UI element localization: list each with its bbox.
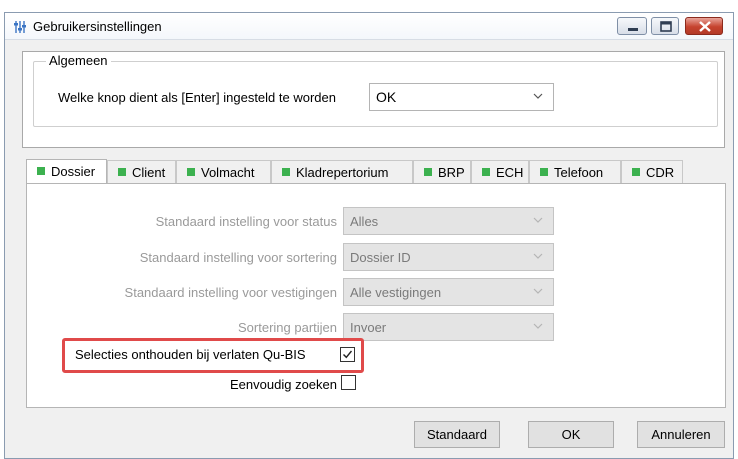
tab-brp[interactable]: BRP: [413, 160, 471, 183]
tab-label: BRP: [438, 165, 465, 180]
tab-label: Telefoon: [554, 165, 604, 180]
branches-field-label: Standaard instelling voor vestigingen: [124, 285, 337, 300]
window-title: Gebruikersinstellingen: [33, 19, 162, 34]
ok-button[interactable]: OK: [528, 421, 614, 448]
title-bar[interactable]: Gebruikersinstellingen: [5, 13, 733, 40]
remember-selections-label: Selecties onthouden bij verlaten Qu-BIS: [75, 347, 306, 362]
tab-marker-icon: [282, 168, 290, 176]
tab-marker-icon: [482, 168, 490, 176]
simple-search-label: Eenvoudig zoeken: [230, 377, 337, 392]
minimize-button[interactable]: [617, 17, 647, 35]
checkmark-icon: [343, 350, 353, 359]
status-field-label: Standaard instelling voor status: [155, 214, 337, 229]
enter-button-label: Welke knop dient als [Enter] ingesteld t…: [58, 90, 336, 105]
tab-label: CDR: [646, 165, 675, 180]
party-sorting-select[interactable]: Invoer: [343, 313, 554, 341]
enter-button-select[interactable]: OK: [369, 83, 554, 111]
close-button[interactable]: [685, 17, 723, 35]
tab-marker-icon: [37, 167, 45, 175]
cancel-button[interactable]: Annuleren: [637, 421, 725, 448]
enter-button-select-value: OK: [376, 89, 397, 105]
tab-telefoon[interactable]: Telefoon: [529, 160, 621, 183]
tab-cdr[interactable]: CDR: [621, 160, 683, 183]
chevron-down-icon: [533, 217, 543, 223]
simple-search-checkbox[interactable]: [341, 375, 356, 390]
maximize-icon: [660, 21, 672, 32]
tab-marker-icon: [118, 168, 126, 176]
chevron-down-icon: [533, 323, 543, 329]
tab-kladrepertorium[interactable]: Kladrepertorium: [271, 160, 413, 183]
close-icon: [699, 21, 711, 32]
tab-marker-icon: [187, 168, 195, 176]
tab-label: Dossier: [51, 164, 96, 179]
tab-label: Volmacht: [201, 165, 255, 180]
tab-ech[interactable]: ECH: [471, 160, 529, 183]
chevron-down-icon: [533, 288, 543, 294]
minimize-icon: [628, 28, 638, 31]
sorting-select[interactable]: Dossier ID: [343, 243, 554, 271]
party-sorting-select-value: Invoer: [350, 320, 387, 335]
status-select[interactable]: Alles: [343, 207, 554, 235]
tab-label: Client: [132, 165, 166, 180]
tab-client[interactable]: Client: [107, 160, 176, 183]
tab-marker-icon: [632, 168, 640, 176]
tab-marker-icon: [424, 168, 432, 176]
remember-selections-checkbox[interactable]: [340, 347, 355, 362]
branches-select[interactable]: Alle vestigingen: [343, 278, 554, 306]
chevron-down-icon: [533, 253, 543, 259]
maximize-button[interactable]: [651, 17, 679, 35]
general-groupbox-legend: Algemeen: [46, 53, 111, 68]
settings-sliders-icon: [14, 21, 26, 33]
tab-label: Kladrepertorium: [296, 165, 389, 180]
tab-label: ECH: [496, 165, 524, 180]
branches-select-value: Alle vestigingen: [350, 285, 442, 300]
standard-button[interactable]: Standaard: [414, 421, 500, 448]
party-sorting-field-label: Sortering partijen: [238, 320, 337, 335]
chevron-down-icon: [533, 93, 543, 99]
tab-marker-icon: [540, 168, 548, 176]
tab-volmacht[interactable]: Volmacht: [176, 160, 271, 183]
status-select-value: Alles: [350, 214, 379, 229]
tab-dossier[interactable]: Dossier: [26, 159, 107, 184]
sorting-field-label: Standaard instelling voor sortering: [139, 250, 337, 265]
sorting-select-value: Dossier ID: [350, 250, 411, 265]
